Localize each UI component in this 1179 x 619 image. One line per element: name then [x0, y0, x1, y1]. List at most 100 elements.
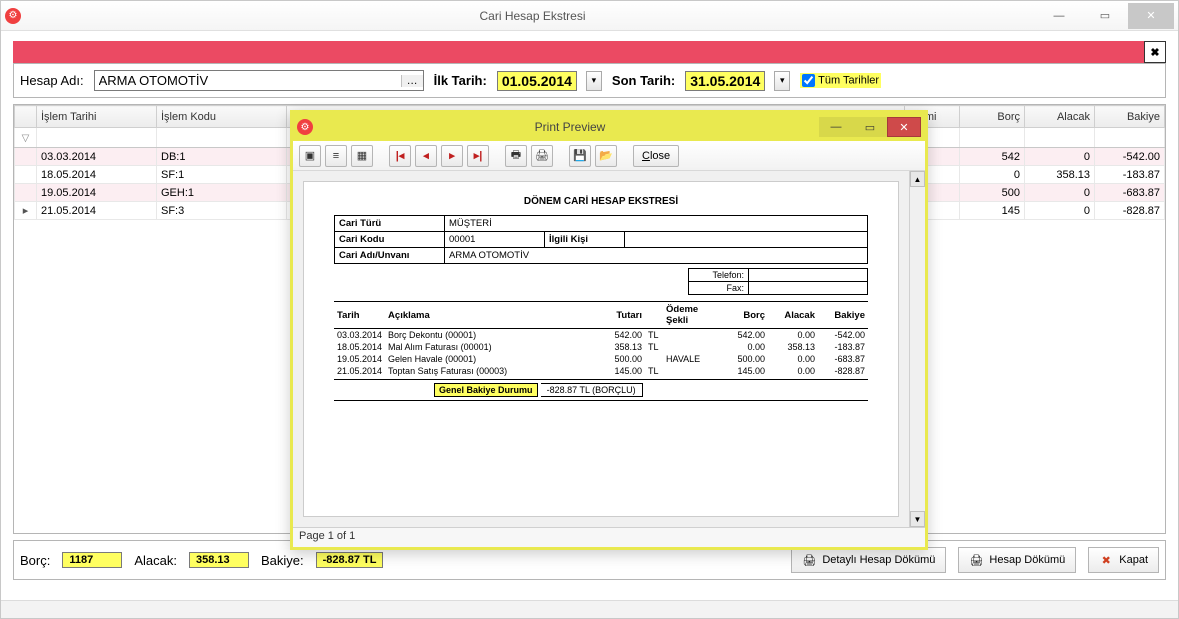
ilgili-value [625, 232, 868, 248]
cell-credit: 0 [1025, 148, 1095, 166]
row-indicator [15, 166, 37, 184]
rcol-bakiye: Bakiye [818, 302, 868, 329]
account-lookup-field[interactable]: … [94, 70, 424, 91]
scroll-down-icon[interactable]: ▼ [910, 511, 925, 527]
print-setup-icon[interactable]: 🖶 [505, 145, 527, 167]
toolbar-close-button[interactable]: Close [633, 145, 679, 167]
print-icon[interactable]: 🖨 [531, 145, 553, 167]
row-indicator-header [15, 106, 37, 128]
account-name-input[interactable] [95, 71, 401, 90]
cell-balance: -183.87 [1095, 166, 1165, 184]
preview-scrollbar[interactable]: ▲ ▼ [909, 171, 925, 527]
printer-icon: 🖨 [969, 553, 983, 567]
cell-date: 21.05.2014 [37, 202, 157, 220]
report-row: 21.05.2014Toptan Satış Faturası (00003)1… [334, 365, 868, 377]
preview-title: Print Preview [321, 120, 819, 134]
cell-debit: 542 [960, 148, 1025, 166]
total-credit-value: 358.13 [189, 552, 249, 568]
cell-debit: 500 [960, 184, 1025, 202]
cell-debit: 145 [960, 202, 1025, 220]
rcol-tarih: Tarih [334, 302, 385, 329]
cari-kodu-value: 00001 [445, 232, 545, 248]
all-dates-checkbox-input [802, 74, 815, 87]
save-icon[interactable]: 💾 [569, 145, 591, 167]
first-date-label: İlk Tarih: [434, 73, 487, 88]
cell-code: SF:3 [157, 202, 287, 220]
nav-first-icon[interactable]: |◂ [389, 145, 411, 167]
cell-balance: -542.00 [1095, 148, 1165, 166]
filter-code[interactable] [157, 128, 287, 148]
col-credit[interactable]: Alacak [1025, 106, 1095, 128]
detailed-report-button[interactable]: 🖨Detaylı Hesap Dökümü [791, 547, 946, 573]
rcol-aciklama: Açıklama [385, 302, 595, 329]
close-panel-button[interactable]: ✖Kapat [1088, 547, 1159, 573]
genel-row: Genel Bakiye Durumu -828.87 TL (BORÇLU) [334, 379, 868, 401]
maximize-button[interactable]: ▭ [1082, 3, 1128, 29]
nav-prev-icon[interactable]: ◂ [415, 145, 437, 167]
report-button[interactable]: 🖨Hesap Dökümü [958, 547, 1076, 573]
last-date-input[interactable]: 31.05.2014 [685, 71, 765, 91]
account-lookup-button[interactable]: … [401, 75, 423, 87]
col-balance[interactable]: Bakiye [1095, 106, 1165, 128]
minimize-button[interactable]: — [1036, 3, 1082, 29]
printer-icon: 🖨 [802, 553, 816, 567]
nav-next-icon[interactable]: ▸ [441, 145, 463, 167]
filter-panel: Hesap Adı: … İlk Tarih: 01.05.2014▾ Son … [13, 63, 1166, 98]
pink-header-bar: ✖ [13, 41, 1166, 63]
cell-date: 19.05.2014 [37, 184, 157, 202]
cell-credit: 0 [1025, 202, 1095, 220]
filter-date[interactable] [37, 128, 157, 148]
view-page-icon[interactable]: ▣ [299, 145, 321, 167]
cell-credit: 0 [1025, 184, 1095, 202]
cell-date: 18.05.2014 [37, 166, 157, 184]
cell-date: 03.03.2014 [37, 148, 157, 166]
first-date-input[interactable]: 01.05.2014 [497, 71, 577, 91]
close-button[interactable]: ✕ [1128, 3, 1174, 29]
cell-balance: -828.87 [1095, 202, 1165, 220]
view-grid-icon[interactable]: ▦ [351, 145, 373, 167]
total-balance-label: Bakiye: [261, 553, 304, 568]
nav-last-icon[interactable]: ▸| [467, 145, 489, 167]
last-date-dropdown[interactable]: ▾ [774, 71, 790, 91]
cari-kodu-label: Cari Kodu [335, 232, 445, 248]
cari-ad-label: Cari Adı/Unvanı [335, 248, 445, 264]
preview-maximize-button[interactable]: ▭ [853, 117, 887, 137]
gear-icon: ⚙ [297, 119, 313, 135]
preview-body: DÖNEM CARİ HESAP EKSTRESİ Cari TürüMÜŞTE… [293, 171, 925, 527]
col-debit[interactable]: Borç [960, 106, 1025, 128]
cell-code: DB:1 [157, 148, 287, 166]
panel-close-button[interactable]: ✖ [1144, 41, 1166, 63]
preview-toolbar: ▣ ≡ ▦ |◂ ◂ ▸ ▸| 🖶 🖨 💾 📂 Close [293, 141, 925, 171]
preview-close-button[interactable]: ✕ [887, 117, 921, 137]
col-code[interactable]: İşlem Kodu [157, 106, 287, 128]
account-name-label: Hesap Adı: [20, 73, 84, 88]
rcol-alacak: Alacak [768, 302, 818, 329]
rcol-tutar: Tutarı [595, 302, 645, 329]
report-row: 03.03.2014Borç Dekontu (00001)542.00TL54… [334, 329, 868, 342]
first-date-dropdown[interactable]: ▾ [586, 71, 602, 91]
col-date[interactable]: İşlem Tarihi [37, 106, 157, 128]
open-icon[interactable]: 📂 [595, 145, 617, 167]
gear-icon: ⚙ [5, 8, 21, 24]
window-title: Cari Hesap Ekstresi [29, 9, 1036, 23]
preview-status-bar: Page 1 of 1 [293, 527, 925, 547]
preview-titlebar: ⚙ Print Preview — ▭ ✕ [293, 113, 925, 141]
scroll-up-icon[interactable]: ▲ [910, 171, 925, 187]
report-title: DÖNEM CARİ HESAP EKSTRESİ [334, 196, 868, 207]
report-row: 18.05.2014Mal Alım Faturası (00001)358.1… [334, 341, 868, 353]
cari-turu-value: MÜŞTERİ [445, 216, 868, 232]
view-list-icon[interactable]: ≡ [325, 145, 347, 167]
telefon-value [749, 269, 868, 282]
all-dates-checkbox[interactable]: Tüm Tarihler [800, 73, 881, 88]
rcol-cc [645, 302, 663, 329]
filter-icon[interactable]: ▽ [15, 128, 37, 148]
fax-label: Fax: [689, 282, 749, 295]
preview-minimize-button[interactable]: — [819, 117, 853, 137]
cell-credit: 358.13 [1025, 166, 1095, 184]
status-bar [1, 600, 1178, 618]
report-page: DÖNEM CARİ HESAP EKSTRESİ Cari TürüMÜŞTE… [303, 181, 899, 517]
report-row: 19.05.2014Gelen Havale (00001)500.00HAVA… [334, 353, 868, 365]
telefon-label: Telefon: [689, 269, 749, 282]
rcol-odeme: Ödeme Şekli [663, 302, 718, 329]
total-debit-value: 1187 [62, 552, 122, 568]
